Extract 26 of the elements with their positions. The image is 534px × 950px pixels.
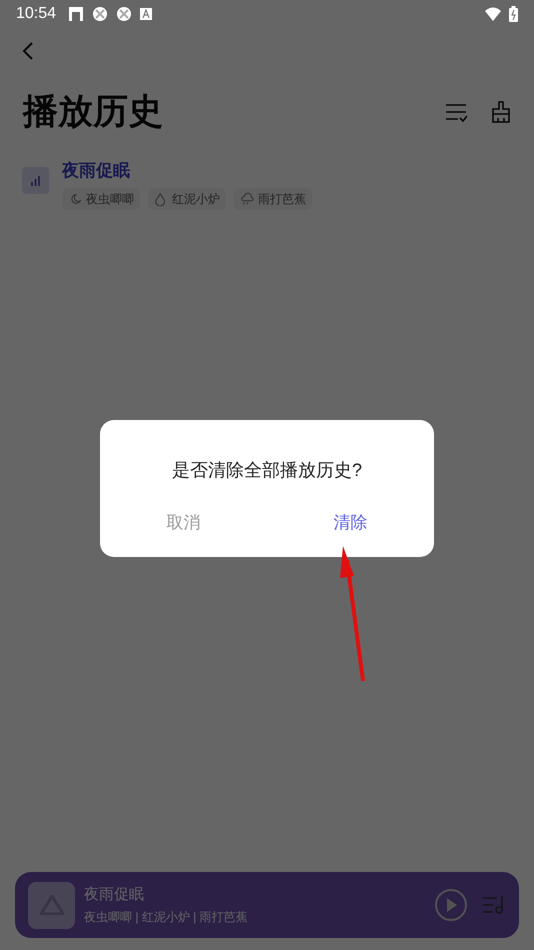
sound-tag: 红泥小炉	[148, 188, 226, 210]
dialog-button[interactable]: 清除	[326, 506, 376, 540]
dialog-button[interactable]: 取消	[158, 506, 208, 540]
player-title: 夜雨促眠	[84, 884, 144, 905]
brush-icon[interactable]	[491, 101, 511, 123]
history-title[interactable]: 夜雨促眠	[62, 158, 312, 184]
notification-icon	[92, 6, 108, 22]
wifi-icon	[485, 7, 501, 21]
status-time: 10:54	[16, 4, 56, 24]
sound-tag: 夜虫唧唧	[62, 188, 140, 210]
page-title: 播放历史	[23, 90, 164, 133]
battery-icon	[509, 6, 518, 22]
dialog-message: 是否清除全部播放历史?	[172, 459, 362, 482]
player-subtitle: 夜虫唧唧 | 红泥小炉 | 雨打芭蕉	[84, 909, 249, 926]
sound-tag: 雨打芭蕉	[234, 188, 312, 210]
tag-icon	[154, 192, 168, 206]
multi-select-icon[interactable]	[445, 102, 467, 122]
tag-icon	[240, 192, 254, 206]
notification-icon	[68, 6, 84, 22]
cover-thumbnail	[28, 882, 75, 928]
notification-icon	[140, 8, 152, 20]
notification-icon	[116, 6, 132, 22]
equalizer-icon	[22, 167, 49, 194]
back-icon[interactable]	[22, 41, 34, 61]
mini-player[interactable]: 夜雨促眠 夜虫唧唧 | 红泥小炉 | 雨打芭蕉	[15, 872, 519, 938]
play-icon[interactable]	[434, 888, 468, 922]
